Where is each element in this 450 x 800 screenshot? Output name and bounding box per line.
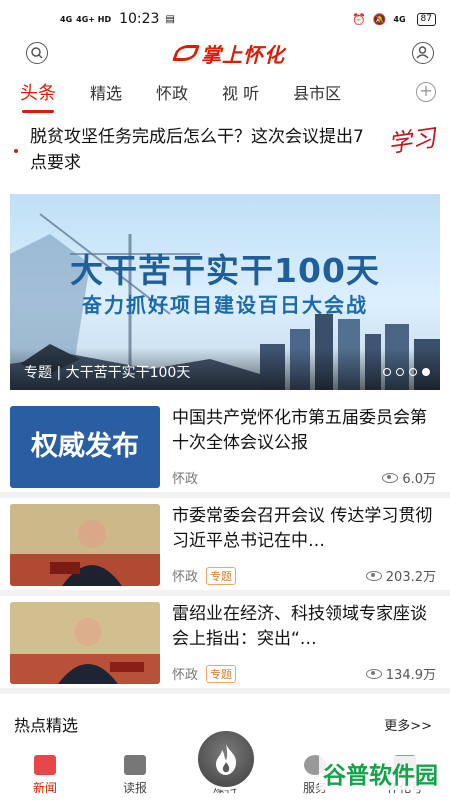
signal-indicator: 4G xyxy=(60,14,73,24)
news-title: 雷绍业在经济、科技领域专家座谈会上指出：突出“… xyxy=(172,604,427,649)
category-tabs: 头条 精选 怀政 视 听 县市区 + xyxy=(0,68,450,116)
alarm-icon: ⏰ xyxy=(352,12,366,26)
banner-carousel[interactable]: 大干苦干实干100天 奋力抓好项目建设百日大会战 专题 | 大干苦干实干100天 xyxy=(10,194,440,390)
newspaper-icon xyxy=(124,755,146,775)
banner-caption: 专题 | 大干苦干实干100天 xyxy=(10,348,440,390)
eye-icon xyxy=(365,570,382,581)
news-icon xyxy=(34,755,56,775)
message-icon: ▤ xyxy=(165,13,175,25)
news-body: 市委常委会召开会议 传达学习贯彻习近平总书记在中… 怀政 专题 203.2万 xyxy=(160,504,436,590)
list-item[interactable]: 雷绍业在经济、科技领域专家座谈会上指出：突出“… 怀政 专题 134.9万 xyxy=(0,596,450,694)
user-profile-icon[interactable] xyxy=(412,42,434,64)
carousel-dot[interactable] xyxy=(409,368,417,376)
news-body: 中国共产党怀化市第五届委员会第十次全体会议公报 怀政 6.0万 xyxy=(160,406,436,492)
news-thumbnail: 权威发布 xyxy=(10,406,160,488)
report-fire-button[interactable] xyxy=(195,728,257,790)
news-source: 怀政 xyxy=(172,472,199,487)
news-meta: 怀政 专题 134.9万 xyxy=(172,664,436,683)
add-channel-icon[interactable]: + xyxy=(416,82,436,102)
view-count-text: 134.9万 xyxy=(385,668,436,683)
signal-indicator-3: 4G xyxy=(393,14,406,24)
tab-counties[interactable]: 县市区 xyxy=(293,80,341,104)
tab-featured[interactable]: 精选 xyxy=(90,80,122,104)
list-item[interactable]: 权威发布 中国共产党怀化市第五届委员会第十次全体会议公报 怀政 6.0万 xyxy=(0,400,450,498)
news-title: 中国共产党怀化市第五届委员会第十次全体会议公报 xyxy=(172,408,427,453)
flame-icon xyxy=(216,744,237,775)
nav-news[interactable]: 新闻 xyxy=(0,755,90,796)
banner-title: 大干苦干实干100天 xyxy=(70,251,380,290)
site-watermark: 谷普软件园 xyxy=(319,756,442,790)
signal-indicator-2: 4G+ HD xyxy=(76,14,112,24)
tab-government[interactable]: 怀政 xyxy=(156,80,188,104)
carousel-dots xyxy=(383,368,430,376)
view-count-text: 6.0万 xyxy=(402,472,436,487)
topic-tag: 专题 xyxy=(206,664,237,683)
status-right: ⏰ 🔕 4G 87 xyxy=(352,12,436,26)
status-time: 10:23 xyxy=(119,11,160,27)
headline-text: 脱贫攻坚任务完成后怎么干？这次会议提出7点要求 xyxy=(30,127,364,173)
battery-icon: 87 xyxy=(416,12,436,26)
news-body: 雷绍业在经济、科技领域专家座谈会上指出：突出“… 怀政 专题 134.9万 xyxy=(160,602,436,688)
logo-mark-icon xyxy=(172,45,200,61)
view-count: 203.2万 xyxy=(365,566,436,585)
person-photo xyxy=(10,602,160,684)
view-count: 134.9万 xyxy=(365,664,436,683)
search-icon[interactable] xyxy=(26,42,48,64)
hot-section-title: 热点精选 xyxy=(14,716,79,735)
eye-icon xyxy=(365,668,382,679)
top-headline[interactable]: 脱贫攻坚任务完成后怎么干？这次会议提出7点要求 学习 xyxy=(0,116,450,174)
app-header: 掌上怀化 xyxy=(0,38,450,68)
nav-label: 新闻 xyxy=(32,781,57,795)
carousel-dot[interactable] xyxy=(383,368,391,376)
eye-icon xyxy=(382,472,399,483)
topic-tag: 专题 xyxy=(206,566,237,585)
watermark-text: 谷普软件园 xyxy=(323,763,438,789)
mute-icon: 🔕 xyxy=(372,12,387,26)
news-source: 怀政 xyxy=(172,668,199,683)
tab-media[interactable]: 视 听 xyxy=(222,80,259,104)
logo-text: 掌上怀化 xyxy=(201,42,285,67)
app-logo: 掌上怀化 xyxy=(172,39,285,68)
view-count-text: 203.2万 xyxy=(385,570,436,585)
news-source: 怀政 xyxy=(172,570,199,585)
news-title: 市委常委会召开会议 传达学习贯彻习近平总书记在中… xyxy=(172,506,433,551)
app-screen: 4G 4G+ HD 10:23 ▤ ⏰ 🔕 4G 87 掌上怀化 头条 精选 怀… xyxy=(0,0,450,800)
news-list: 权威发布 中国共产党怀化市第五届委员会第十次全体会议公报 怀政 6.0万 市委常… xyxy=(0,400,450,694)
carousel-dot-active[interactable] xyxy=(422,368,430,376)
news-thumbnail xyxy=(10,602,160,684)
bottom-navigation: 新闻 读报 爆料 服务 怀化号 谷普软件园 xyxy=(0,728,450,800)
status-bar: 4G 4G+ HD 10:23 ▤ ⏰ 🔕 4G 87 xyxy=(0,0,450,38)
tab-headlines[interactable]: 头条 xyxy=(20,79,56,113)
news-meta: 怀政 6.0万 xyxy=(172,468,436,487)
nav-label: 读报 xyxy=(122,781,147,795)
person-photo xyxy=(10,504,160,586)
banner-subtitle: 奋力抓好项目建设百日大会战 xyxy=(82,293,368,317)
news-thumbnail xyxy=(10,504,160,586)
more-link[interactable]: 更多>> xyxy=(384,715,432,734)
news-meta: 怀政 专题 203.2万 xyxy=(172,566,436,585)
list-item[interactable]: 市委常委会召开会议 传达学习贯彻习近平总书记在中… 怀政 专题 203.2万 xyxy=(0,498,450,596)
carousel-dot[interactable] xyxy=(396,368,404,376)
study-stamp: 学习 xyxy=(386,123,438,159)
nav-newspaper[interactable]: 读报 xyxy=(90,755,180,796)
view-count: 6.0万 xyxy=(382,468,436,487)
